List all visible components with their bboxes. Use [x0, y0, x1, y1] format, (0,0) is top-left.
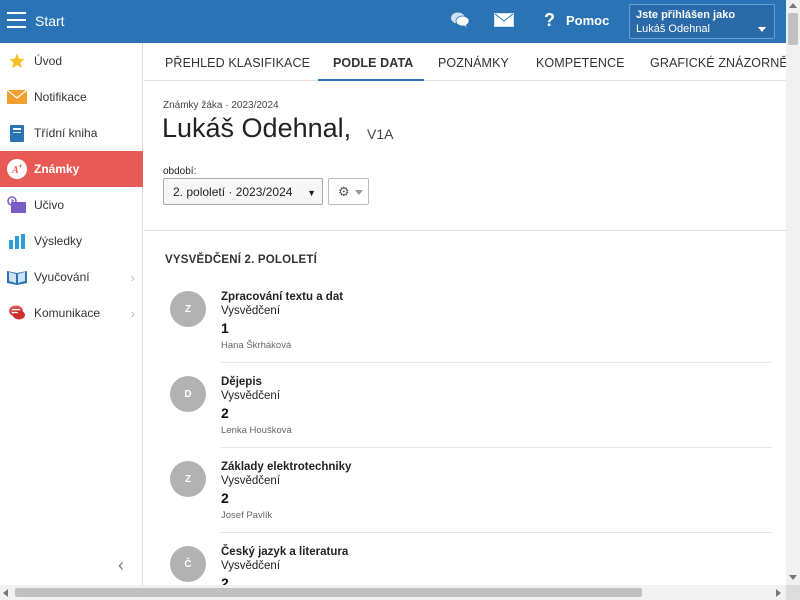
- subject-name: Základy elektrotechniky: [221, 461, 352, 473]
- svg-text:+: +: [19, 163, 23, 170]
- chevron-right-icon: ›: [130, 305, 135, 321]
- list-item[interactable]: D Dějepis Vysvědčení 2 Lenka Houšková: [165, 371, 772, 456]
- chevron-down-icon: ▼: [307, 188, 316, 198]
- grade-value: 2: [221, 490, 229, 506]
- tab-bar: PŘEHLED KLASIFIKACE PODLE DATA POZNÁMKY …: [144, 43, 786, 81]
- tab-prehled-klasifikace[interactable]: PŘEHLED KLASIFIKACE: [165, 56, 310, 70]
- speech-icon: [7, 303, 27, 323]
- scroll-left-icon[interactable]: [3, 589, 8, 597]
- period-select[interactable]: 2. pololetí · 2023/2024 ▼: [163, 178, 323, 205]
- grade-type: Vysvědčení: [221, 475, 281, 487]
- tab-podle-data[interactable]: PODLE DATA: [333, 56, 413, 70]
- grade-type: Vysvědčení: [221, 390, 281, 402]
- sidebar: Úvod Notifikace Třídní kniha A + Známky U…: [0, 43, 143, 585]
- help-link[interactable]: Pomoc: [566, 13, 609, 28]
- user-menu[interactable]: Jste přihlášen jako Lukáš Odehnal: [629, 4, 775, 39]
- star-icon: [7, 51, 27, 71]
- sidebar-item-label: Notifikace: [34, 90, 87, 104]
- settings-button[interactable]: ⚙: [328, 178, 369, 205]
- gear-icon: ⚙: [338, 184, 350, 199]
- user-caption: Jste přihlášen jako: [636, 9, 736, 21]
- grade-type: Vysvědčení: [221, 560, 281, 572]
- tab-poznamky[interactable]: POZNÁMKY: [438, 56, 509, 70]
- sidebar-item-label: Učivo: [34, 198, 65, 212]
- grade-icon: A +: [7, 159, 27, 179]
- grade-value: 2: [221, 405, 229, 421]
- vertical-scrollbar-thumb[interactable]: [788, 13, 798, 45]
- section-title: VYSVĚDČENÍ 2. POLOLETÍ: [165, 254, 318, 266]
- teacher-name: Lenka Houšková: [221, 425, 292, 436]
- grade-value: 2: [221, 575, 229, 585]
- chevron-right-icon: ›: [130, 269, 135, 285]
- tab-graficke-znazorneni[interactable]: GRAFICKÉ ZNÁZORNĚN: [650, 56, 786, 70]
- teacher-name: Hana Škrháková: [221, 340, 292, 351]
- sidebar-item-znamky[interactable]: A + Známky: [0, 151, 143, 187]
- subject-name: Český jazyk a literatura: [221, 546, 349, 558]
- sidebar-item-label: Úvod: [34, 54, 63, 68]
- chat-icon[interactable]: [450, 11, 470, 34]
- scroll-up-icon[interactable]: [789, 3, 797, 8]
- divider: [221, 362, 772, 363]
- top-bar: Start ? Pomoc Jste přihlášen jako Lukáš …: [0, 0, 786, 43]
- grade-type: Vysvědčení: [221, 305, 281, 317]
- help-icon[interactable]: ?: [544, 10, 555, 31]
- period-selected-value: 2. pololetí · 2023/2024: [173, 185, 293, 199]
- book-icon: [7, 123, 27, 143]
- scroll-right-icon[interactable]: [776, 589, 781, 597]
- sidebar-item-notifikace[interactable]: Notifikace: [0, 79, 143, 115]
- grade-value: 1: [221, 320, 229, 336]
- period-label: období:: [163, 166, 197, 177]
- lesson-icon: [7, 195, 27, 215]
- sidebar-item-komunikace[interactable]: Komunikace ›: [0, 295, 143, 331]
- open-book-icon: [7, 267, 27, 287]
- main-content: PŘEHLED KLASIFIKACE PODLE DATA POZNÁMKY …: [144, 43, 786, 585]
- menu-icon[interactable]: [7, 12, 26, 28]
- app-title[interactable]: Start: [35, 13, 65, 29]
- mail-icon[interactable]: [494, 13, 514, 32]
- svg-text:A: A: [11, 165, 19, 176]
- scrollbar-corner: [786, 585, 800, 600]
- divider: [221, 447, 772, 448]
- envelope-icon: [7, 87, 27, 107]
- subject-name: Zpracování textu a dat: [221, 291, 344, 303]
- teacher-name: Josef Pavlík: [221, 510, 273, 521]
- sidebar-item-tridni-kniha[interactable]: Třídní kniha: [0, 115, 143, 151]
- tab-kompetence[interactable]: KOMPETENCE: [536, 56, 625, 70]
- divider: [221, 532, 772, 533]
- subject-avatar: Z: [170, 291, 206, 327]
- sidebar-item-ucivo[interactable]: Učivo: [0, 187, 143, 223]
- student-class: V1A: [367, 126, 394, 142]
- sidebar-item-label: Známky: [34, 162, 80, 176]
- page-title: Lukáš Odehnal,: [162, 113, 352, 143]
- list-item[interactable]: Z Zpracování textu a dat Vysvědčení 1 Ha…: [165, 286, 772, 371]
- divider: [144, 230, 786, 231]
- subject-avatar: Č: [170, 546, 206, 582]
- sidebar-item-label: Vyučování: [34, 270, 90, 284]
- sidebar-item-vyucovani[interactable]: Vyučování ›: [0, 259, 143, 295]
- user-name: Lukáš Odehnal: [636, 23, 710, 35]
- caret-down-icon: [355, 190, 363, 195]
- horizontal-scrollbar-thumb[interactable]: [15, 588, 642, 597]
- sidebar-item-label: Výsledky: [34, 234, 83, 248]
- vertical-scrollbar[interactable]: [786, 0, 800, 585]
- collapse-sidebar-icon[interactable]: ‹: [118, 555, 124, 576]
- page-subtitle: Známky žáka · 2023/2024: [163, 100, 279, 111]
- caret-down-icon: [758, 27, 766, 32]
- bar-chart-icon: [7, 231, 27, 251]
- subject-name: Dějepis: [221, 376, 262, 388]
- sidebar-item-uvod[interactable]: Úvod: [0, 43, 143, 79]
- scroll-down-icon[interactable]: [789, 575, 797, 580]
- subject-avatar: D: [170, 376, 206, 412]
- list-item[interactable]: Č Český jazyk a literatura Vysvědčení 2: [165, 541, 772, 585]
- horizontal-scrollbar[interactable]: [0, 585, 786, 600]
- sidebar-item-vysledky[interactable]: Výsledky: [0, 223, 143, 259]
- sidebar-item-label: Komunikace: [34, 306, 101, 320]
- subject-avatar: Z: [170, 461, 206, 497]
- active-tab-indicator: [318, 79, 424, 81]
- sidebar-item-label: Třídní kniha: [34, 126, 98, 140]
- list-item[interactable]: Z Základy elektrotechniky Vysvědčení 2 J…: [165, 456, 772, 541]
